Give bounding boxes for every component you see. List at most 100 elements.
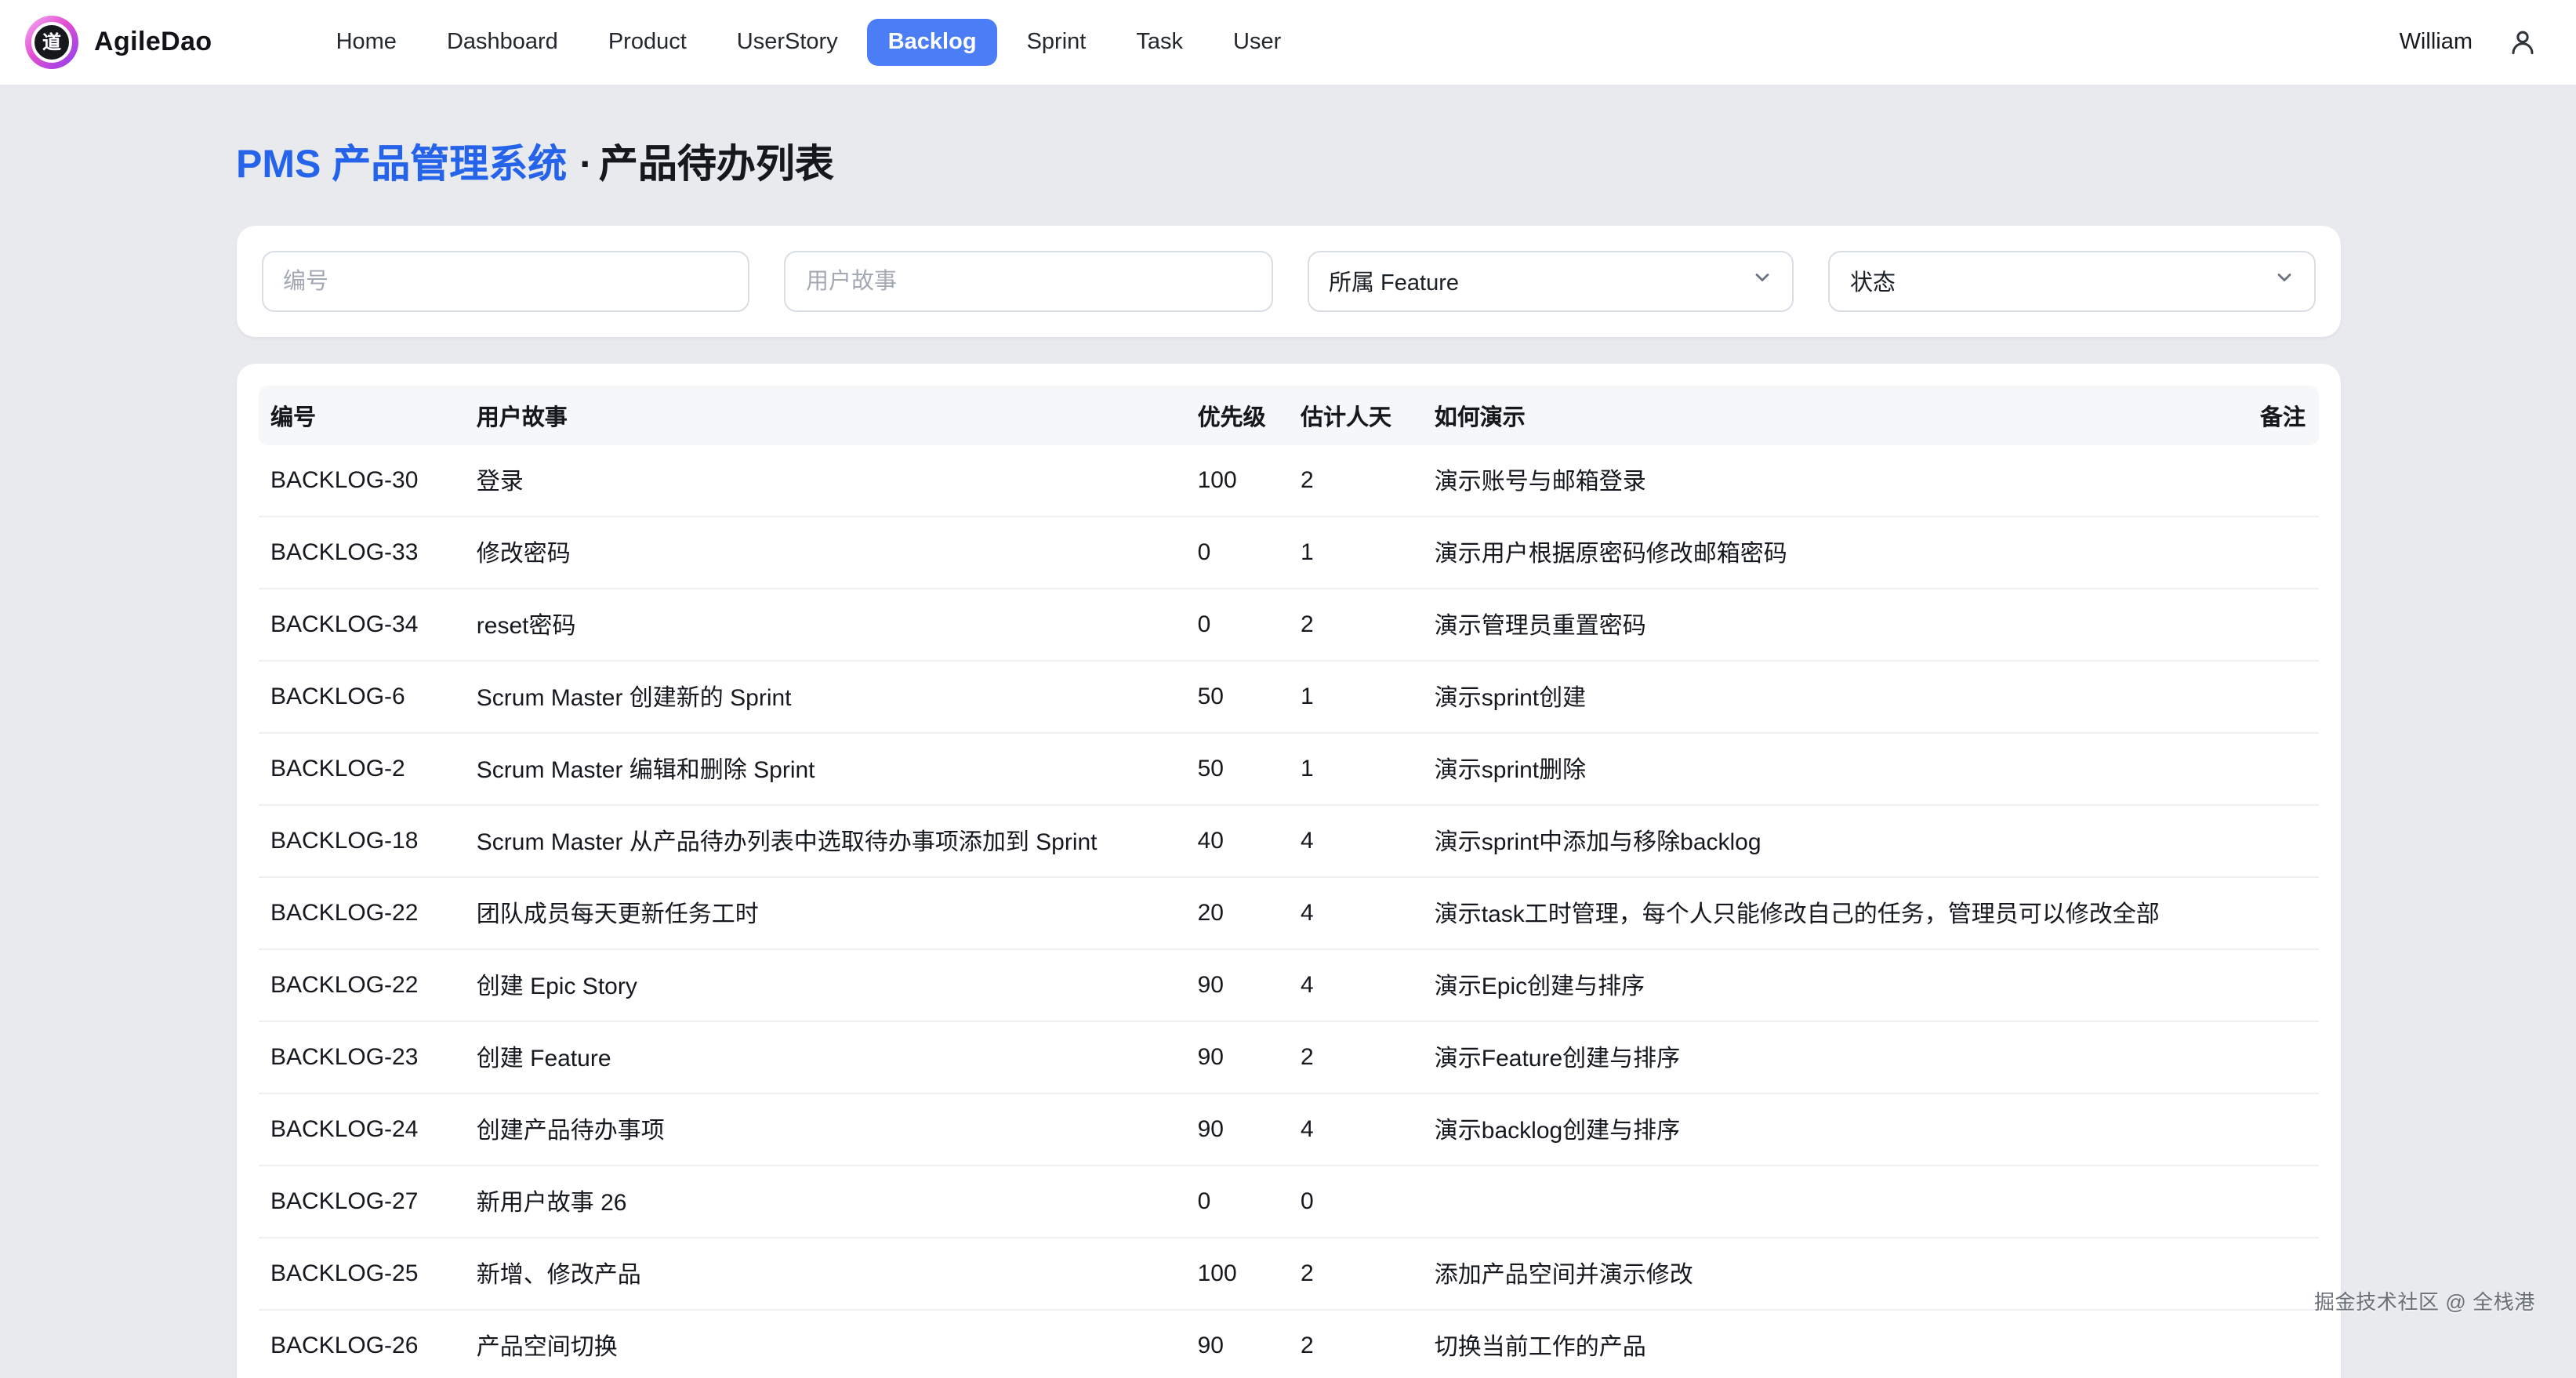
cell-priority: 100 (1185, 445, 1288, 517)
cell-demo: 演示账号与邮箱登录 (1422, 445, 2215, 517)
navbar-right: William (2400, 27, 2538, 58)
cell-id: BACKLOG-27 (258, 1166, 464, 1238)
user-icon[interactable] (2507, 27, 2538, 58)
nav-item-home[interactable]: Home (316, 19, 417, 66)
cell-demo: 演示Feature创建与排序 (1422, 1021, 2215, 1093)
col-header-story: 用户故事 (464, 386, 1185, 445)
cell-demo: 演示backlog创建与排序 (1422, 1093, 2215, 1166)
nav-item-backlog[interactable]: Backlog (868, 19, 997, 66)
cell-story: 新用户故事 26 (464, 1166, 1185, 1238)
status-select[interactable]: 状态 (1828, 251, 2315, 312)
chevron-down-icon (1751, 267, 1773, 296)
chevron-down-icon (2273, 267, 2295, 296)
cell-days: 4 (1288, 1093, 1422, 1166)
cell-note (2215, 1093, 2318, 1166)
cell-note (2215, 1166, 2318, 1238)
cell-priority: 90 (1185, 949, 1288, 1021)
cell-note (2215, 1310, 2318, 1378)
table-row[interactable]: BACKLOG-33 修改密码 0 1 演示用户根据原密码修改邮箱密码 (258, 517, 2318, 589)
id-filter-input[interactable] (261, 251, 749, 312)
cell-note (2215, 733, 2318, 805)
table-row[interactable]: BACKLOG-22 团队成员每天更新任务工时 20 4 演示task工时管理，… (258, 877, 2318, 949)
cell-id: BACKLOG-6 (258, 661, 464, 733)
brand-name: AgileDao (94, 27, 212, 58)
cell-id: BACKLOG-22 (258, 949, 464, 1021)
cell-id: BACKLOG-22 (258, 877, 464, 949)
cell-story: 新增、修改产品 (464, 1238, 1185, 1310)
cell-story: 团队成员每天更新任务工时 (464, 877, 1185, 949)
brand[interactable]: 道 AgileDao (25, 16, 212, 69)
page-title-sub: 产品待办列表 (599, 143, 834, 187)
table-row[interactable]: BACKLOG-6 Scrum Master 创建新的 Sprint 50 1 … (258, 661, 2318, 733)
cell-demo: 演示sprint删除 (1422, 733, 2215, 805)
cell-id: BACKLOG-26 (258, 1310, 464, 1378)
table-row[interactable]: BACKLOG-34 reset密码 0 2 演示管理员重置密码 (258, 589, 2318, 661)
nav-item-task[interactable]: Task (1116, 19, 1203, 66)
cell-id: BACKLOG-25 (258, 1238, 464, 1310)
cell-days: 2 (1288, 445, 1422, 517)
cell-priority: 90 (1185, 1310, 1288, 1378)
cell-id: BACKLOG-33 (258, 517, 464, 589)
page-title-separator: · (579, 143, 593, 187)
table-row[interactable]: BACKLOG-24 创建产品待办事项 90 4 演示backlog创建与排序 (258, 1093, 2318, 1166)
cell-note (2215, 661, 2318, 733)
cell-demo: 演示task工时管理，每个人只能修改自己的任务，管理员可以修改全部 (1422, 877, 2215, 949)
watermark: 掘金技术社区 @ 全栈港 (2314, 1286, 2535, 1315)
cell-id: BACKLOG-24 (258, 1093, 464, 1166)
col-header-priority: 优先级 (1185, 386, 1288, 445)
table-row[interactable]: BACKLOG-27 新用户故事 26 0 0 (258, 1166, 2318, 1238)
cell-priority: 90 (1185, 1093, 1288, 1166)
table-row[interactable]: BACKLOG-25 新增、修改产品 100 2 添加产品空间并演示修改 (258, 1238, 2318, 1310)
cell-id: BACKLOG-30 (258, 445, 464, 517)
col-header-id: 编号 (258, 386, 464, 445)
cell-demo: 演示用户根据原密码修改邮箱密码 (1422, 517, 2215, 589)
cell-demo: 切换当前工作的产品 (1422, 1310, 2215, 1378)
cell-story: 创建 Epic Story (464, 949, 1185, 1021)
feature-select[interactable]: 所属 Feature (1307, 251, 1794, 312)
cell-note (2215, 445, 2318, 517)
table-row[interactable]: BACKLOG-18 Scrum Master 从产品待办列表中选取待办事项添加… (258, 805, 2318, 877)
user-name[interactable]: William (2400, 30, 2473, 55)
cell-demo: 演示Epic创建与排序 (1422, 949, 2215, 1021)
logo-glyph: 道 (42, 33, 61, 52)
cell-note (2215, 1021, 2318, 1093)
nav-item-dashboard[interactable]: Dashboard (426, 19, 579, 66)
cell-priority: 100 (1185, 1238, 1288, 1310)
cell-priority: 50 (1185, 733, 1288, 805)
main-content: PMS 产品管理系统·产品待办列表 所属 Feature 状态 (236, 140, 2340, 1378)
cell-story: Scrum Master 从产品待办列表中选取待办事项添加到 Sprint (464, 805, 1185, 877)
table-row[interactable]: BACKLOG-23 创建 Feature 90 2 演示Feature创建与排… (258, 1021, 2318, 1093)
table-row[interactable]: BACKLOG-22 创建 Epic Story 90 4 演示Epic创建与排… (258, 949, 2318, 1021)
table-row[interactable]: BACKLOG-30 登录 100 2 演示账号与邮箱登录 (258, 445, 2318, 517)
cell-priority: 50 (1185, 661, 1288, 733)
table-header: 编号 用户故事 优先级 估计人天 如何演示 备注 (258, 386, 2318, 445)
cell-days: 1 (1288, 733, 1422, 805)
cell-days: 2 (1288, 1238, 1422, 1310)
cell-days: 1 (1288, 517, 1422, 589)
cell-id: BACKLOG-2 (258, 733, 464, 805)
table-row[interactable]: BACKLOG-26 产品空间切换 90 2 切换当前工作的产品 (258, 1310, 2318, 1378)
col-header-note: 备注 (2215, 386, 2318, 445)
table-row[interactable]: BACKLOG-2 Scrum Master 编辑和删除 Sprint 50 1… (258, 733, 2318, 805)
cell-id: BACKLOG-34 (258, 589, 464, 661)
cell-id: BACKLOG-18 (258, 805, 464, 877)
story-filter-input[interactable] (784, 251, 1272, 312)
cell-priority: 90 (1185, 1021, 1288, 1093)
nav-items: HomeDashboardProductUserStoryBacklogSpri… (316, 19, 1302, 66)
cell-note (2215, 1238, 2318, 1310)
nav-item-user[interactable]: User (1213, 19, 1301, 66)
cell-days: 4 (1288, 949, 1422, 1021)
col-header-demo: 如何演示 (1422, 386, 2215, 445)
cell-demo: 演示sprint中添加与移除backlog (1422, 805, 2215, 877)
filter-bar: 所属 Feature 状态 (236, 226, 2340, 337)
cell-id: BACKLOG-23 (258, 1021, 464, 1093)
cell-priority: 40 (1185, 805, 1288, 877)
cell-days: 2 (1288, 1310, 1422, 1378)
cell-days: 4 (1288, 805, 1422, 877)
page-title: PMS 产品管理系统·产品待办列表 (236, 140, 2340, 190)
nav-item-product[interactable]: Product (588, 19, 707, 66)
feature-select-value: 所属 Feature (1329, 265, 1459, 298)
nav-item-sprint[interactable]: Sprint (1007, 19, 1107, 66)
nav-item-userstory[interactable]: UserStory (717, 19, 858, 66)
cell-story: 产品空间切换 (464, 1310, 1185, 1378)
